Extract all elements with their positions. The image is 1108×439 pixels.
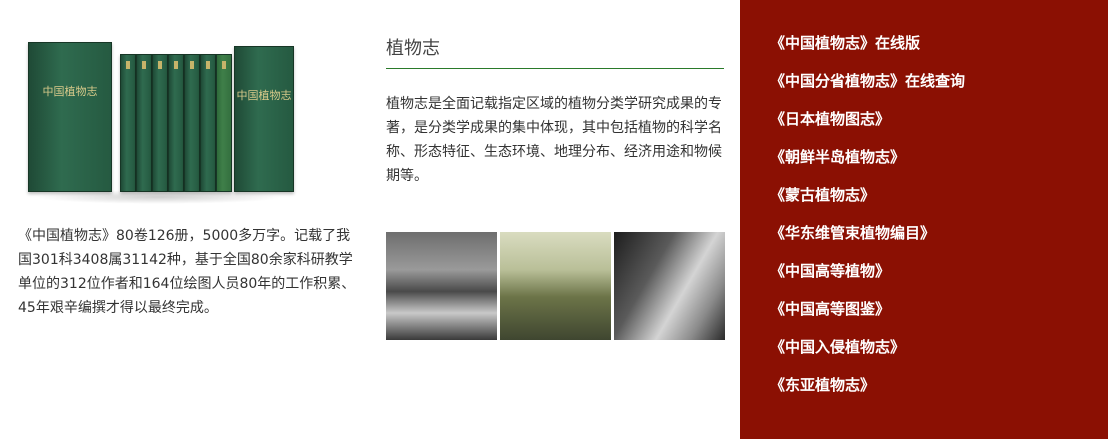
book-volume-first: 中国植物志 [28, 42, 112, 192]
book-spine [184, 54, 200, 192]
list-item: 《蒙古植物志》 [770, 184, 965, 222]
list-item: 《朝鲜半岛植物志》 [770, 146, 965, 184]
link-higher-plants-china[interactable]: 《中国高等植物》 [770, 262, 890, 280]
herbarium-work-photo [386, 232, 497, 340]
book-spine [200, 54, 216, 192]
book-spine [216, 54, 232, 192]
list-item: 《中国高等图鉴》 [770, 298, 965, 336]
title-divider [386, 68, 724, 69]
link-korean-peninsula-flora[interactable]: 《朝鲜半岛植物志》 [770, 148, 905, 166]
link-provincial-flora-query[interactable]: 《中国分省植物志》在线查询 [770, 72, 965, 90]
book-spine [120, 54, 136, 192]
botanist-portrait-photo [614, 232, 725, 340]
resource-links-panel: 《中国植物志》在线版 《中国分省植物志》在线查询 《日本植物图志》 《朝鲜半岛植… [740, 0, 1108, 439]
link-china-flora-online[interactable]: 《中国植物志》在线版 [770, 34, 920, 52]
list-item: 《中国植物志》在线版 [770, 32, 965, 70]
link-east-china-vascular-catalog[interactable]: 《华东维管束植物编目》 [770, 224, 935, 242]
section-title: 植物志 [386, 38, 440, 59]
book-cover-title: 中国植物志 [42, 85, 98, 98]
book-set-image: 中国植物志 中国植物志 [24, 38, 294, 204]
list-item: 《华东维管束植物编目》 [770, 222, 965, 260]
field-collection-photo [500, 232, 611, 340]
link-mongolia-flora[interactable]: 《蒙古植物志》 [770, 186, 875, 204]
books-shadow [34, 190, 284, 204]
list-item: 《中国高等植物》 [770, 260, 965, 298]
book-cover-title: 中国植物志 [236, 89, 292, 102]
link-higher-plants-iconography[interactable]: 《中国高等图鉴》 [770, 300, 890, 318]
resource-links-list: 《中国植物志》在线版 《中国分省植物志》在线查询 《日本植物图志》 《朝鲜半岛植… [770, 32, 965, 412]
book-spine [152, 54, 168, 192]
book-volume-last: 中国植物志 [234, 46, 294, 192]
list-item: 《东亚植物志》 [770, 374, 965, 412]
link-invasive-plants-china[interactable]: 《中国入侵植物志》 [770, 338, 905, 356]
section-description: 植物志是全面记载指定区域的植物分类学研究成果的专著，是分类学成果的集中体现，其中… [386, 96, 722, 184]
photo-strip [386, 232, 725, 340]
link-japan-flora[interactable]: 《日本植物图志》 [770, 110, 890, 128]
list-item: 《中国入侵植物志》 [770, 336, 965, 374]
list-item: 《日本植物图志》 [770, 108, 965, 146]
flora-description: 《中国植物志》80卷126册，5000多万字。记载了我国301科3408属311… [18, 228, 356, 316]
book-spine [168, 54, 184, 192]
list-item: 《中国分省植物志》在线查询 [770, 70, 965, 108]
link-east-asia-flora[interactable]: 《东亚植物志》 [770, 376, 875, 394]
book-spine [136, 54, 152, 192]
